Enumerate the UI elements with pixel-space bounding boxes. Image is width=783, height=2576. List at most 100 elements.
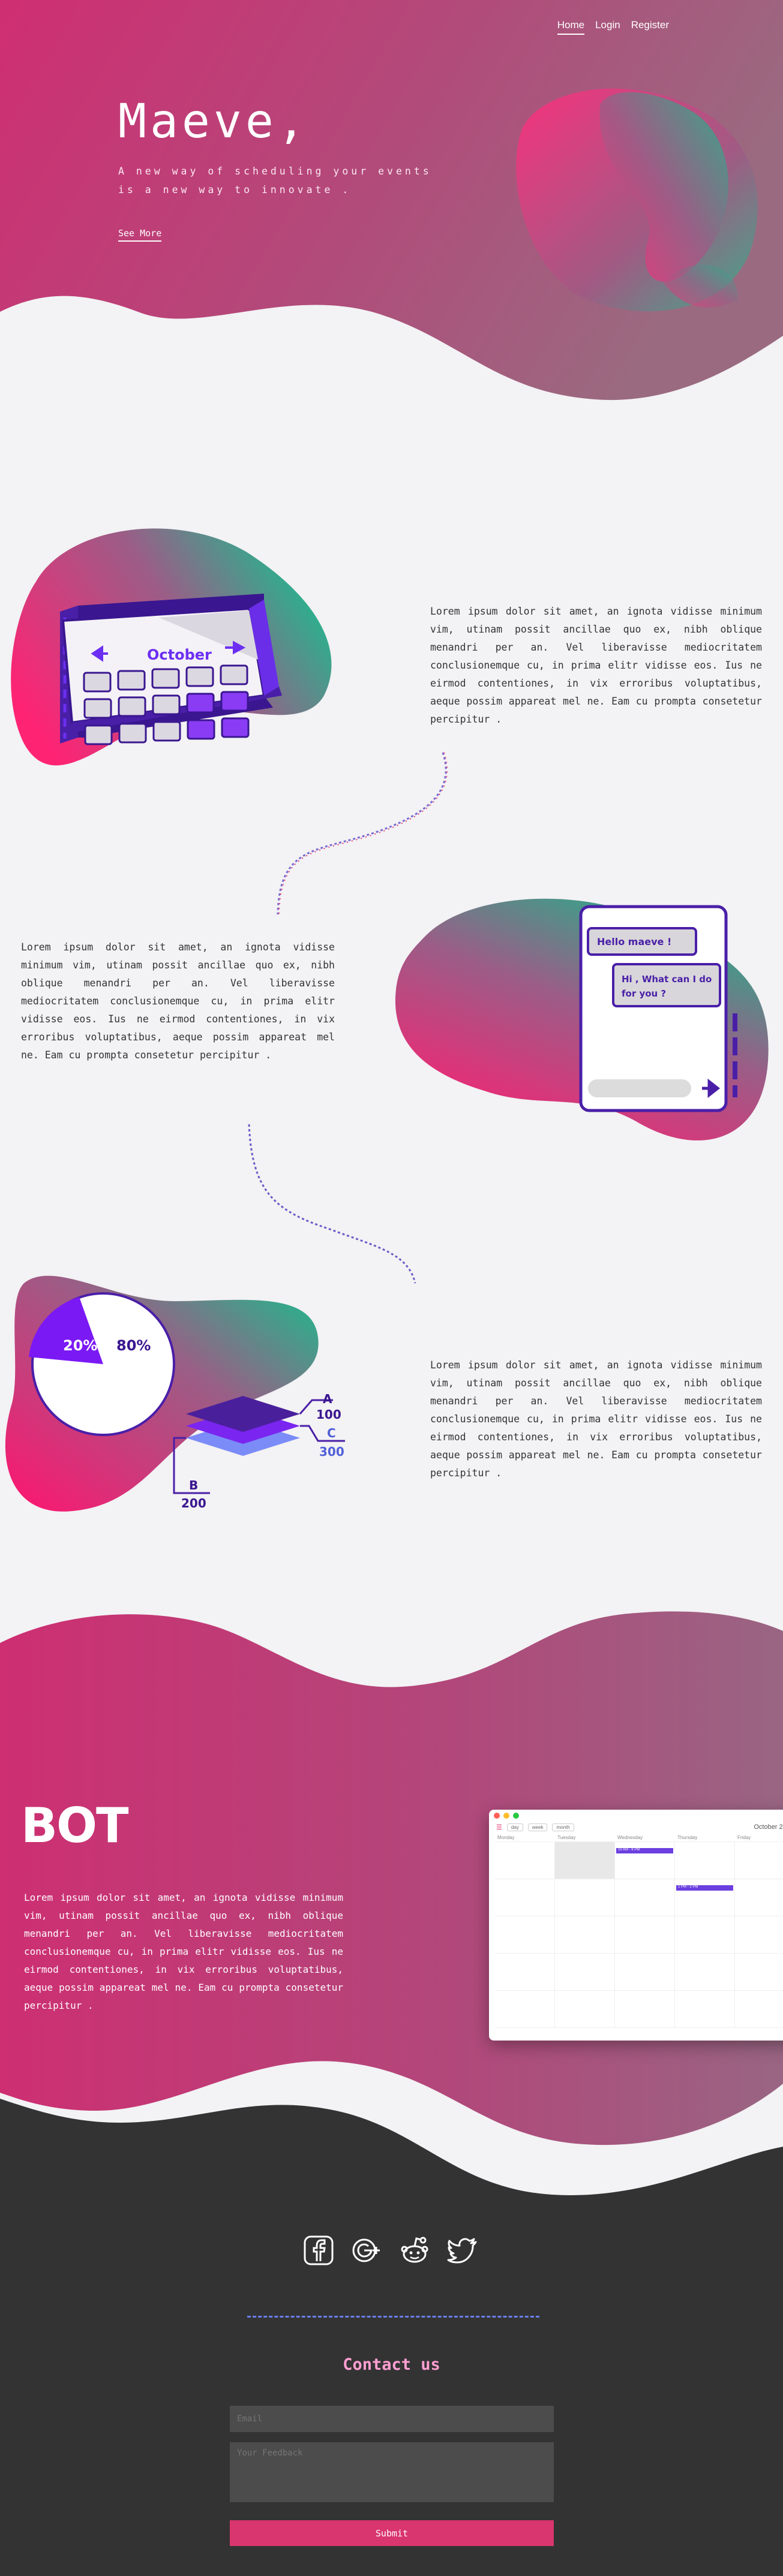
google-plus-icon[interactable] (351, 2235, 382, 2266)
value-b: 200 (181, 1496, 206, 1510)
calendar-cell[interactable] (555, 1954, 615, 1991)
chat-message-1: Hello maeve ! (597, 936, 671, 947)
calendar-day-cell (185, 666, 214, 687)
day-view-button[interactable]: day (506, 1823, 523, 1831)
calendar-day-cell (118, 696, 146, 717)
calendar-day-cell (117, 670, 146, 691)
month-view-button[interactable]: month (552, 1823, 574, 1831)
calendar-event[interactable]: 1 PM - 2 PM (676, 1885, 733, 1891)
window-maximize-button[interactable] (513, 1813, 519, 1819)
calendar-cell[interactable]: 10 AM - 6 PM (615, 1842, 675, 1879)
pie-big-label: 80% (116, 1337, 151, 1354)
calendar-cells (83, 664, 250, 745)
contact-title: Contact us (343, 2355, 440, 2374)
calendar-grid: 10 AM - 6 PM 1 PM - 2 PM (489, 1842, 783, 2028)
calendar-cell[interactable] (615, 1879, 675, 1916)
reddit-icon[interactable] (399, 2235, 430, 2266)
calendar-cell[interactable] (495, 1842, 555, 1879)
calendar-cell[interactable]: 1 PM - 2 PM (675, 1879, 735, 1916)
facebook-icon[interactable] (303, 2235, 334, 2266)
window-titlebar (489, 1810, 783, 1820)
week-view-button[interactable]: week (527, 1823, 548, 1831)
hero-section: Home Login Register Maeve, A new way of … (0, 0, 783, 408)
hero-subtitle-line1: A new way of scheduling your events (118, 165, 432, 177)
calendar-cell[interactable] (495, 1916, 555, 1954)
chat-message-2-line2: for you ? (622, 988, 666, 999)
calendar-event[interactable]: 10 AM - 6 PM (616, 1848, 673, 1853)
calendar-cell[interactable] (735, 1842, 783, 1879)
top-nav: Home Login Register (557, 19, 669, 35)
calendar-cell[interactable] (735, 1879, 783, 1916)
feature-1-text: Lorem ipsum dolor sit amet, an ignota vi… (430, 606, 762, 725)
hero-subtitle: A new way of scheduling your events is a… (118, 162, 432, 199)
calendar-day-cell (187, 719, 215, 740)
value-c: 300 (319, 1445, 344, 1459)
calendar-cell[interactable] (735, 1954, 783, 1991)
calendar-cell[interactable] (615, 1954, 675, 1991)
submit-button[interactable]: Submit (230, 2520, 554, 2546)
bot-title: BOT (21, 1798, 129, 1853)
calendar-cell[interactable] (555, 1991, 615, 2028)
weekday-label: Friday (735, 1834, 783, 1842)
nav-login-link[interactable]: Login (595, 19, 620, 35)
social-links (303, 2235, 478, 2266)
calendar-cell[interactable] (495, 1954, 555, 1991)
calendar-cell[interactable] (735, 1991, 783, 2028)
calendar-cell[interactable] (555, 1879, 615, 1916)
weekday-label: Monday (495, 1834, 555, 1842)
calendar-cell[interactable] (495, 1879, 555, 1916)
stats-illustration: 20% 80% A 100 C 300 B 200 (5, 1275, 345, 1512)
calendar-day-cell (220, 691, 249, 712)
chat-input (588, 1079, 691, 1097)
calendar-cell[interactable] (675, 1916, 735, 1954)
weekday-label: Wednesday (615, 1834, 675, 1842)
leader-c (300, 1425, 345, 1442)
calendar-month-title: October 2018 (754, 1823, 783, 1831)
label-a: A (323, 1392, 332, 1406)
twitter-icon[interactable] (447, 2235, 478, 2266)
pie-small-label: 20% (63, 1337, 97, 1354)
nav-register-link[interactable]: Register (631, 19, 669, 35)
calendar-day-cell (220, 664, 248, 685)
label-c: C (327, 1426, 336, 1440)
dashed-connector-2 (248, 1124, 416, 1284)
value-a: 100 (316, 1407, 341, 1422)
menu-icon[interactable]: ☰ (496, 1823, 502, 1831)
calendar-cell[interactable] (735, 1916, 783, 1954)
calendar-cell[interactable] (555, 1916, 615, 1954)
footer-background (0, 2099, 783, 2576)
calendar-cell[interactable] (615, 1991, 675, 2028)
chat-bubble-2 (612, 963, 721, 1007)
footer-divider (247, 2316, 539, 2318)
nav-home-link[interactable]: Home (557, 19, 585, 35)
feature-2-text: Lorem ipsum dolor sit amet, an ignota vi… (21, 941, 335, 1061)
calendar-day-cell (221, 717, 250, 738)
bot-text: Lorem ipsum dolor sit amet, an ignota vi… (24, 1892, 343, 2011)
calendar-cell[interactable] (555, 1842, 615, 1879)
calendar-day-cell (84, 724, 113, 745)
chat-message-2-line1: Hi , What can I do (622, 974, 712, 985)
window-close-button[interactable] (494, 1813, 500, 1819)
feature-3-text: Lorem ipsum dolor sit amet, an ignota vi… (430, 1359, 762, 1479)
weekday-header: Monday Tuesday Wednesday Thursday Friday (489, 1834, 783, 1842)
calendar-cell[interactable] (615, 1916, 675, 1954)
hero-background (0, 0, 783, 401)
see-more-link[interactable]: See More (118, 228, 162, 242)
hero-subtitle-line2: is a new way to innovate . (118, 184, 352, 195)
calendar-cell[interactable] (675, 1991, 735, 2028)
calendar-cell[interactable] (675, 1842, 735, 1879)
calendar-cell[interactable] (495, 1991, 555, 2028)
email-field[interactable] (230, 2406, 554, 2432)
calendar-day-cell (151, 668, 180, 689)
calendar-toolbar: ☰ day week month October 2018 (489, 1820, 783, 1834)
chat-illustration: Hello maeve ! Hi , What can I do for you… (395, 898, 769, 1140)
calendar-day-cell (83, 698, 112, 719)
hero-title: Maeve, (118, 95, 309, 149)
window-minimize-button[interactable] (503, 1813, 509, 1819)
calendar-day-cell (118, 723, 147, 744)
weekday-label: Tuesday (555, 1834, 615, 1842)
feedback-field[interactable] (230, 2442, 554, 2502)
calendar-day-cell (186, 693, 215, 714)
calendar-cell[interactable] (675, 1954, 735, 1991)
calendar-day-cell (83, 672, 112, 693)
